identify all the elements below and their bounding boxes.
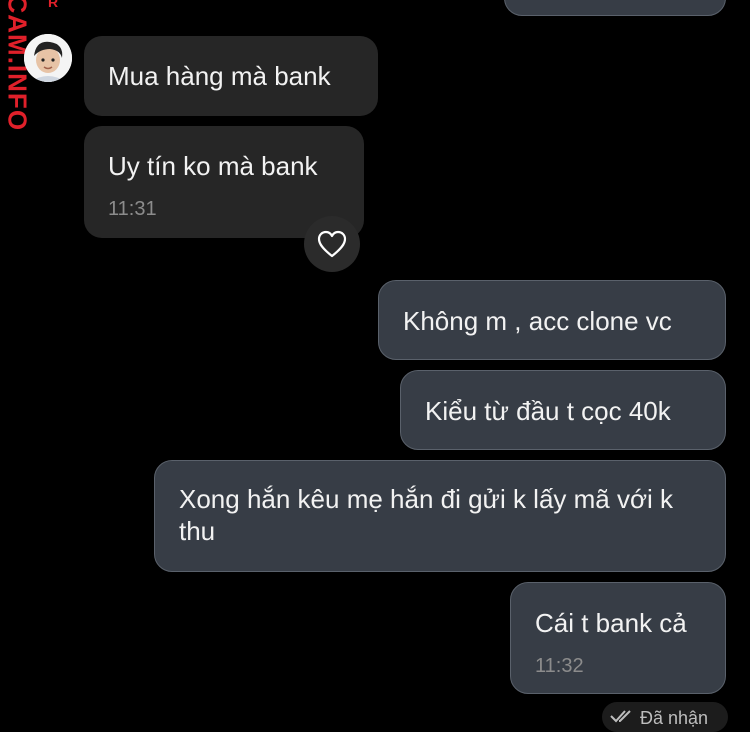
message-text: Không m , acc clone vc: [403, 306, 672, 336]
message-bubble-outgoing-partial[interactable]: [504, 0, 726, 16]
message-bubble-outgoing[interactable]: Không m , acc clone vc: [378, 280, 726, 360]
message-time: 11:31: [108, 198, 157, 220]
message-text: Xong hắn kêu mẹ hắn đi gửi k lấy mã với …: [179, 484, 674, 546]
delivery-status: Đã nhận: [602, 702, 728, 732]
message-bubble-outgoing[interactable]: Kiểu từ đầu t cọc 40k: [400, 370, 726, 450]
user-avatar-icon: [24, 34, 72, 82]
message-time: 11:32: [535, 655, 584, 677]
message-bubble-incoming[interactable]: Mua hàng mà bank: [84, 36, 378, 116]
message-text: Kiểu từ đầu t cọc 40k: [425, 396, 671, 426]
double-check-icon: [610, 710, 631, 723]
message-bubble-outgoing[interactable]: Xong hắn kêu mẹ hắn đi gửi k lấy mã với …: [154, 460, 726, 572]
message-text: Uy tín ko mà bank: [108, 151, 318, 181]
message-bubble-outgoing[interactable]: Cái t bank cả 11:32: [510, 582, 726, 694]
heart-reaction-button[interactable]: [304, 216, 360, 272]
delivery-status-label: Đã nhận: [640, 708, 709, 728]
watermark: R CAM.INFO: [2, 0, 59, 154]
watermark-small-text: R: [48, 0, 59, 10]
message-text: Cái t bank cả: [535, 608, 687, 638]
avatar[interactable]: [24, 34, 72, 82]
message-text: Mua hàng mà bank: [108, 61, 331, 91]
heart-icon: [317, 230, 347, 258]
